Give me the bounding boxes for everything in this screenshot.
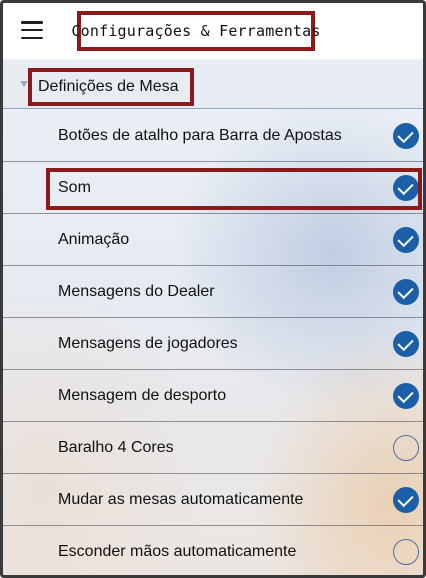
check-circle-icon[interactable]: [393, 383, 419, 409]
top-bar: Configurações & Ferramentas: [3, 3, 423, 59]
hamburger-menu-icon[interactable]: [21, 21, 43, 39]
settings-list: Botões de atalho para Barra de Apostas S…: [3, 110, 423, 575]
setting-label: Som: [58, 179, 91, 196]
check-circle-icon[interactable]: [393, 123, 419, 149]
setting-row-four-color-deck[interactable]: Baralho 4 Cores: [3, 422, 423, 474]
setting-label: Botões de atalho para Barra de Apostas: [58, 127, 342, 144]
setting-label: Mensagem de desporto: [58, 387, 227, 404]
setting-label: Animação: [58, 231, 130, 248]
check-circle-icon[interactable]: [393, 175, 419, 201]
caret-down-icon: [20, 81, 28, 87]
empty-circle-icon[interactable]: [393, 539, 419, 565]
setting-row-auto-hide-hands[interactable]: Esconder mãos automaticamente: [3, 526, 423, 575]
check-circle-icon[interactable]: [393, 331, 419, 357]
page-title: Configurações & Ferramentas: [71, 22, 321, 40]
setting-row-sport-message[interactable]: Mensagem de desporto: [3, 370, 423, 422]
setting-row-shortcut-buttons[interactable]: Botões de atalho para Barra de Apostas: [3, 110, 423, 162]
setting-label: Baralho 4 Cores: [58, 439, 174, 456]
section-header-table-settings[interactable]: Definições de Mesa: [3, 61, 423, 109]
page-title-highlight: Configurações & Ferramentas: [71, 11, 320, 51]
empty-circle-icon[interactable]: [393, 435, 419, 461]
setting-label: Mensagens do Dealer: [58, 283, 215, 300]
setting-label: Mudar as mesas automaticamente: [58, 491, 304, 508]
app-frame: Configurações & Ferramentas Definições d…: [0, 0, 426, 578]
setting-row-animation[interactable]: Animação: [3, 214, 423, 266]
section-title-highlight: Definições de Mesa: [28, 68, 194, 106]
setting-row-auto-change-tables[interactable]: Mudar as mesas automaticamente: [3, 474, 423, 526]
setting-row-dealer-messages[interactable]: Mensagens do Dealer: [3, 266, 423, 318]
setting-row-player-messages[interactable]: Mensagens de jogadores: [3, 318, 423, 370]
check-circle-icon[interactable]: [393, 487, 419, 513]
setting-label: Mensagens de jogadores: [58, 335, 238, 352]
setting-label: Esconder mãos automaticamente: [58, 543, 297, 560]
setting-row-sound[interactable]: Som: [3, 162, 423, 214]
check-circle-icon[interactable]: [393, 279, 419, 305]
check-circle-icon[interactable]: [393, 227, 419, 253]
section-title: Definições de Mesa: [38, 78, 179, 95]
